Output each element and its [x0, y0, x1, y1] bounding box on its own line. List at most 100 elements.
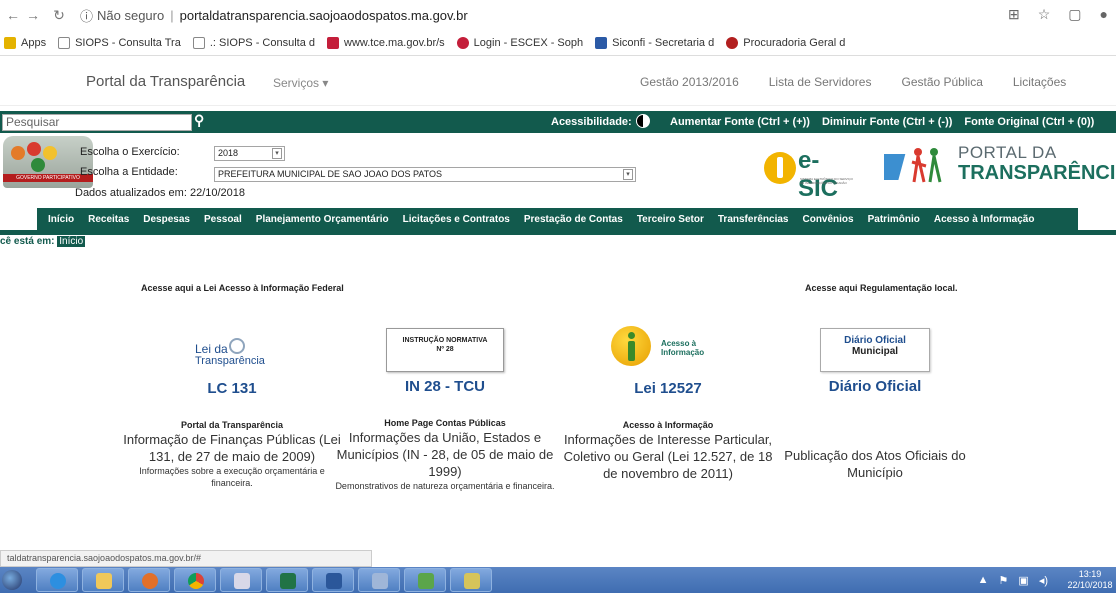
bookmark-label: www.tce.ma.gov.br/s: [344, 36, 445, 49]
bookmark-siconfi[interactable]: Siconfi - Secretaria d: [595, 36, 715, 49]
contrast-icon[interactable]: [636, 114, 650, 128]
card-note: Demonstrativos de natureza orçamentária …: [335, 481, 555, 491]
bookmark-label: Login - ESCEX - Soph: [473, 36, 584, 49]
logo-line2: Nº 28: [436, 346, 454, 353]
search-input[interactable]: Pesquisar: [2, 114, 192, 131]
screen: ← → ↻ ⓘ Não seguro | portaldatransparenc…: [0, 0, 1116, 593]
media-player-icon: [142, 573, 158, 589]
acesso-informacao-logo: Acesso à Informação: [603, 326, 733, 372]
instrucao-normativa-logo: INSTRUÇÃO NORMATIVA Nº 28: [386, 328, 504, 372]
decrease-font-link[interactable]: Diminuir Fonte (Ctrl + (-)): [822, 116, 952, 128]
portal-header: GOVERNO PARTICIPATIVO Escolha o Exercíci…: [0, 133, 1116, 208]
taskbar-chrome[interactable]: [174, 568, 216, 592]
start-button[interactable]: [0, 568, 28, 592]
tray-arrow-icon[interactable]: ▲: [978, 574, 989, 587]
chrome-icon: [188, 573, 204, 589]
breadcrumb-current[interactable]: Início: [57, 236, 86, 247]
info-circle-icon: [764, 152, 796, 184]
font-size-links: Aumentar Fonte (Ctrl + (+)) Diminuir Fon…: [670, 116, 1094, 128]
exercise-select[interactable]: 2018 ▾: [214, 146, 285, 161]
translate-icon[interactable]: ⊞: [1008, 6, 1020, 23]
taskbar-excel[interactable]: [266, 568, 308, 592]
taskbar-media[interactable]: [128, 568, 170, 592]
menu-pessoal[interactable]: Pessoal: [204, 214, 242, 225]
entity-label: Escolha a Entidade:: [80, 166, 178, 178]
flag-icon[interactable]: ⚑: [999, 574, 1009, 587]
link-servidores[interactable]: Lista de Servidores: [769, 75, 872, 89]
card-code[interactable]: Lei 12527: [558, 380, 778, 397]
card-code[interactable]: LC 131: [122, 380, 342, 397]
menu-licitacoes[interactable]: Licitações e Contratos: [403, 214, 510, 225]
menu-despesas[interactable]: Despesas: [143, 214, 190, 225]
menu-receitas[interactable]: Receitas: [88, 214, 129, 225]
taskbar-snipping[interactable]: [220, 568, 262, 592]
taskbar-explorer[interactable]: [82, 568, 124, 592]
profile-icon[interactable]: ●: [1100, 6, 1108, 23]
services-dropdown[interactable]: Serviços ▾: [273, 76, 328, 90]
back-icon[interactable]: ←: [6, 7, 20, 23]
windows-orb-icon: [2, 570, 22, 590]
security-label: Não seguro: [97, 7, 165, 23]
chevron-down-icon: ▾: [272, 148, 282, 159]
clock[interactable]: 13:19 22/10/2018: [1064, 569, 1116, 591]
menu-planejamento[interactable]: Planejamento Orçamentário: [256, 214, 389, 225]
card-in28[interactable]: INSTRUÇÃO NORMATIVA Nº 28 IN 28 - TCU Ho…: [335, 328, 555, 492]
menu-terceiro-setor[interactable]: Terceiro Setor: [637, 214, 704, 225]
bookmark-escex[interactable]: Login - ESCEX - Soph: [456, 36, 584, 49]
menu-transferencias[interactable]: Transferências: [718, 214, 789, 225]
search-icon[interactable]: ⚲: [194, 112, 204, 129]
menu-convenios[interactable]: Convênios: [802, 214, 853, 225]
bookmark-apps[interactable]: Apps: [4, 36, 46, 49]
info-icon[interactable]: ⓘ: [80, 6, 93, 25]
taskbar-app-yellow[interactable]: [450, 568, 492, 592]
taskbar-word[interactable]: [312, 568, 354, 592]
extension-icon[interactable]: ▢: [1068, 6, 1081, 23]
bookmark-star-icon[interactable]: ☆: [1038, 6, 1051, 23]
bookmark-siops-1[interactable]: SIOPS - Consulta Tra: [58, 36, 181, 49]
reset-font-link[interactable]: Fonte Original (Ctrl + (0)): [964, 116, 1094, 128]
link-licitacoes[interactable]: Licitações: [1013, 75, 1066, 89]
esic-subtitle: SISTEMA ELETRÔNICO DO SERVIÇO DE INFORMA…: [800, 177, 853, 185]
card-lc131[interactable]: Lei da Transparência LC 131 Portal da Tr…: [122, 328, 342, 489]
logo-line2: Municipal: [851, 346, 899, 357]
network-icon[interactable]: ▣: [1018, 574, 1028, 587]
portal-line1: PORTAL DA: [958, 143, 1057, 162]
card-lei12527[interactable]: Acesso à Informação Lei 12527 Acesso à I…: [558, 326, 778, 482]
link-gestao-publica[interactable]: Gestão Pública: [901, 75, 982, 89]
url-field[interactable]: portaldatransparencia.saojoaodospatos.ma…: [180, 8, 468, 23]
card-diario-oficial[interactable]: Diário Oficial Municipal Diário Oficial …: [765, 328, 985, 481]
increase-font-link[interactable]: Aumentar Fonte (Ctrl + (+)): [670, 116, 810, 128]
federal-law-heading: Acesse aqui a Lei Acesso à Informação Fe…: [141, 283, 344, 293]
card-code[interactable]: Diário Oficial: [765, 378, 985, 395]
forward-icon[interactable]: →: [26, 7, 40, 23]
site-brand[interactable]: Portal da Transparência: [86, 73, 245, 90]
page-icon: [192, 36, 205, 49]
logo-line1: Acesso à: [661, 339, 697, 348]
menu-patrimonio[interactable]: Patrimônio: [868, 214, 920, 225]
reload-icon[interactable]: ↻: [52, 7, 66, 24]
clock-date: 22/10/2018: [1067, 580, 1113, 590]
governo-participativo-logo: GOVERNO PARTICIPATIVO: [3, 136, 93, 188]
browser-actions: ⊞ ☆ ▢ ●: [1008, 6, 1108, 23]
taskbar-app-green[interactable]: [404, 568, 446, 592]
volume-icon[interactable]: ◂): [1039, 574, 1048, 587]
bookmark-procuradoria[interactable]: Procuradoria Geral d: [726, 36, 845, 49]
menu-inicio[interactable]: Início: [48, 214, 74, 225]
card-description: Informações da União, Estados e Municípi…: [336, 430, 554, 479]
magnifier-icon: [229, 338, 245, 354]
logo-line1: Lei da: [195, 342, 228, 356]
menu-acesso-informacao[interactable]: Acesso à Informação: [934, 214, 1035, 225]
link-gestao-2013[interactable]: Gestão 2013/2016: [640, 75, 739, 89]
entity-select[interactable]: PREFEITURA MUNICIPAL DE SAO JOAO DOS PAT…: [214, 167, 636, 182]
app-icon: [418, 573, 434, 589]
tray-icons: ▲ ⚑ ▣ ◂): [978, 574, 1048, 587]
bookmark-label: .: SIOPS - Consulta d: [209, 36, 315, 49]
bookmark-siops-2[interactable]: .: SIOPS - Consulta d: [192, 36, 315, 49]
bookmark-label: Siconfi - Secretaria d: [612, 36, 715, 49]
menu-prestacao[interactable]: Prestação de Contas: [524, 214, 623, 225]
card-code[interactable]: IN 28 - TCU: [335, 378, 555, 395]
bookmark-tce[interactable]: www.tce.ma.gov.br/s: [327, 36, 445, 49]
taskbar-ie[interactable]: [36, 568, 78, 592]
calculator-icon: [372, 573, 388, 589]
taskbar-calculator[interactable]: [358, 568, 400, 592]
